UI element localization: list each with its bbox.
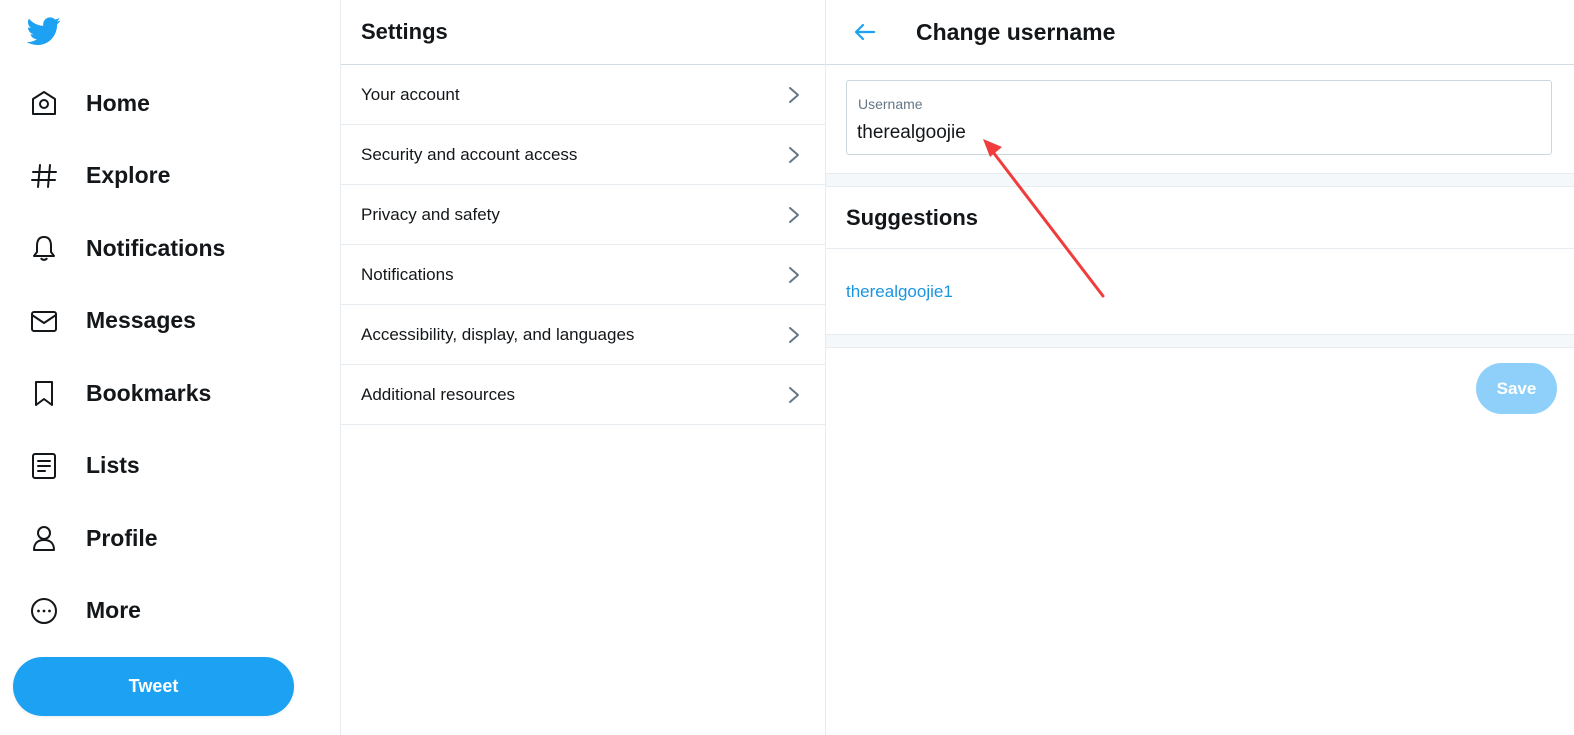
settings-item-label: Notifications [361,264,454,284]
chevron-right-icon [789,146,799,163]
chevron-right-icon [789,86,799,103]
nav-item-more[interactable]: More [0,575,341,648]
nav-item-bookmarks[interactable]: Bookmarks [0,357,341,430]
settings-item-label: Additional resources [361,384,516,404]
nav-item-profile[interactable]: Profile [0,502,341,575]
settings-item-privacy[interactable]: Privacy and safety [341,185,825,245]
nav-item-explore[interactable]: Explore [0,140,341,213]
home-icon [28,87,60,119]
chevron-right-icon [789,386,799,403]
section-divider [826,173,1574,187]
page-title: Change username [916,18,1116,45]
suggestions-header: Suggestions [826,187,1574,249]
hashtag-icon [28,160,60,192]
username-field-label: Username [858,96,923,112]
settings-item-label: Your account [361,84,460,104]
detail-header: Change username [826,0,1574,65]
nav-label: Bookmarks [86,379,212,406]
nav-label: Notifications [86,234,226,261]
settings-item-notifications[interactable]: Notifications [341,245,825,305]
chevron-right-icon [789,206,799,223]
back-button[interactable] [845,12,885,52]
nav-item-home[interactable]: Home [0,67,341,140]
chevron-right-icon [789,326,799,343]
settings-item-accessibility[interactable]: Accessibility, display, and languages [341,305,825,365]
nav-label: Lists [86,452,140,479]
arrow-left-icon [854,23,876,41]
save-button[interactable]: Save [1476,363,1557,414]
user-icon [28,522,60,554]
section-divider [826,334,1574,348]
tweet-button[interactable]: Tweet [13,657,294,716]
settings-column: Settings Your account Security and accou… [341,0,826,735]
nav-label: Messages [86,307,196,334]
suggestions-title: Suggestions [846,204,979,230]
settings-item-security[interactable]: Security and account access [341,125,825,185]
bookmark-icon [28,377,60,409]
envelope-icon [28,305,60,337]
chevron-right-icon [789,266,799,283]
settings-item-additional-resources[interactable]: Additional resources [341,365,825,425]
username-field[interactable]: Username [846,80,1552,155]
more-icon [28,595,60,627]
settings-item-label: Security and account access [361,144,578,164]
suggestion-link[interactable]: therealgoojie1 [846,282,953,302]
bell-icon [28,232,60,264]
nav-label: Explore [86,162,171,189]
settings-item-your-account[interactable]: Your account [341,65,825,125]
settings-title: Settings [361,19,448,44]
nav-label: More [86,597,141,624]
list-icon [28,450,60,482]
left-navigation: Home Explore Notifications Messages Book… [0,0,341,735]
nav-list: Home Explore Notifications Messages Book… [0,67,341,647]
nav-item-lists[interactable]: Lists [0,430,341,503]
settings-header: Settings [341,0,825,65]
settings-item-label: Privacy and safety [361,204,500,224]
nav-label: Profile [86,524,158,551]
nav-item-messages[interactable]: Messages [0,285,341,358]
nav-label: Home [86,89,150,116]
nav-item-notifications[interactable]: Notifications [0,212,341,285]
twitter-logo-icon[interactable] [26,14,62,48]
change-username-panel: Change username Username Suggestions the… [826,0,1574,735]
settings-item-label: Accessibility, display, and languages [361,324,635,344]
username-input[interactable] [857,119,1537,147]
